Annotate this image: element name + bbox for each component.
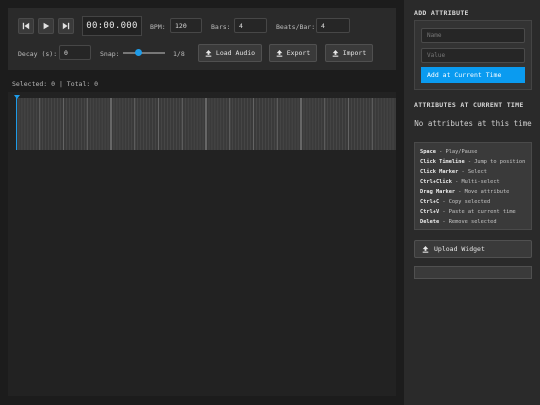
shortcut-row: Space - Play/Pause (420, 147, 526, 157)
upload-widget-button[interactable]: Upload Widget (414, 240, 532, 258)
beats-per-bar-label: Beats/Bar: (276, 23, 316, 31)
beats-per-bar-input[interactable]: 4 (316, 18, 350, 33)
name-input[interactable]: Name (421, 28, 525, 43)
skip-back-button[interactable] (18, 18, 34, 34)
shortcut-key: Delete (420, 219, 440, 225)
bars-label: Bars: (211, 23, 231, 31)
beat-grid (18, 98, 394, 150)
shortcut-key: Ctrl+V (420, 209, 440, 215)
import-button[interactable]: Import (325, 44, 373, 62)
shortcut-key: Space (420, 149, 436, 155)
shortcut-desc: - Remove selected (442, 219, 497, 225)
export-label: Export (286, 49, 311, 57)
selection-status: Selected: 0 | Total: 0 (12, 80, 99, 88)
shortcut-row: Click Marker - Select (420, 167, 526, 177)
load-audio-button[interactable]: Load Audio (198, 44, 262, 62)
shortcut-desc: - Play/Pause (439, 149, 478, 155)
bpm-label: BPM: (150, 23, 166, 31)
play-button[interactable] (38, 18, 54, 34)
main-area: 00:00.000 BPM: 120 Bars: 4 Beats/Bar: 4 … (0, 0, 404, 405)
shortcut-desc: - Paste at current time (442, 209, 516, 215)
decay-label: Decay (s): (18, 50, 58, 58)
shortcut-row: Ctrl+Click - Multi-select (420, 177, 526, 187)
control-panel: 00:00.000 BPM: 120 Bars: 4 Beats/Bar: 4 … (8, 8, 396, 70)
add-attribute-title: ADD ATTRIBUTE (414, 9, 469, 17)
add-attribute-form: Name Value Add at Current Time (414, 20, 532, 90)
value-input[interactable]: Value (421, 48, 525, 63)
decay-input[interactable]: 0 (59, 45, 91, 60)
shortcut-desc: - Copy selected (442, 199, 491, 205)
snap-label: Snap: (100, 50, 120, 58)
upload-widget-label: Upload Widget (434, 245, 485, 253)
widget-slot (414, 266, 532, 279)
empty-attributes-message: No attributes at this time (414, 119, 532, 128)
shortcut-key: Click Timeline (420, 159, 465, 165)
timeline-area[interactable] (8, 92, 396, 396)
shortcut-desc: - Jump to position (467, 159, 526, 165)
timeline-track[interactable] (16, 98, 396, 150)
shortcut-row: Ctrl+V - Paste at current time (420, 207, 526, 217)
shortcut-key: Drag Marker (420, 189, 456, 195)
shortcut-key: Click Marker (420, 169, 459, 175)
shortcut-key: Ctrl+Click (420, 179, 452, 185)
sidebar: ADD ATTRIBUTE Name Value Add at Current … (404, 0, 540, 405)
snap-value: 1/8 (173, 50, 185, 58)
playhead[interactable] (16, 96, 17, 150)
import-label: Import (342, 49, 367, 57)
skip-forward-button[interactable] (58, 18, 74, 34)
upload-icon (332, 49, 339, 57)
upload-icon (205, 49, 212, 57)
export-button[interactable]: Export (269, 44, 317, 62)
shortcut-desc: - Select (461, 169, 487, 175)
play-icon (43, 22, 50, 30)
upload-icon (276, 49, 283, 57)
shortcut-row: Click Timeline - Jump to position (420, 157, 526, 167)
bpm-input[interactable]: 120 (170, 18, 202, 33)
shortcut-desc: - Multi-select (455, 179, 500, 185)
playhead-handle[interactable] (14, 95, 20, 99)
shortcut-row: Ctrl+C - Copy selected (420, 197, 526, 207)
bars-input[interactable]: 4 (234, 18, 267, 33)
add-at-current-time-button[interactable]: Add at Current Time (421, 67, 525, 83)
shortcut-desc: - Move attribute (458, 189, 510, 195)
current-attributes-title: ATTRIBUTES AT CURRENT TIME (414, 101, 524, 109)
snap-slider[interactable] (123, 52, 165, 54)
skip-back-icon (22, 22, 30, 30)
skip-forward-icon (62, 22, 70, 30)
shortcuts-panel: Space - Play/Pause Click Timeline - Jump… (414, 142, 532, 230)
load-audio-label: Load Audio (215, 49, 256, 57)
snap-slider-thumb[interactable] (135, 49, 142, 56)
time-display: 00:00.000 (82, 16, 142, 36)
shortcut-key: Ctrl+C (420, 199, 440, 205)
upload-icon (422, 245, 429, 253)
shortcut-row: Delete - Remove selected (420, 217, 526, 227)
shortcut-row: Drag Marker - Move attribute (420, 187, 526, 197)
